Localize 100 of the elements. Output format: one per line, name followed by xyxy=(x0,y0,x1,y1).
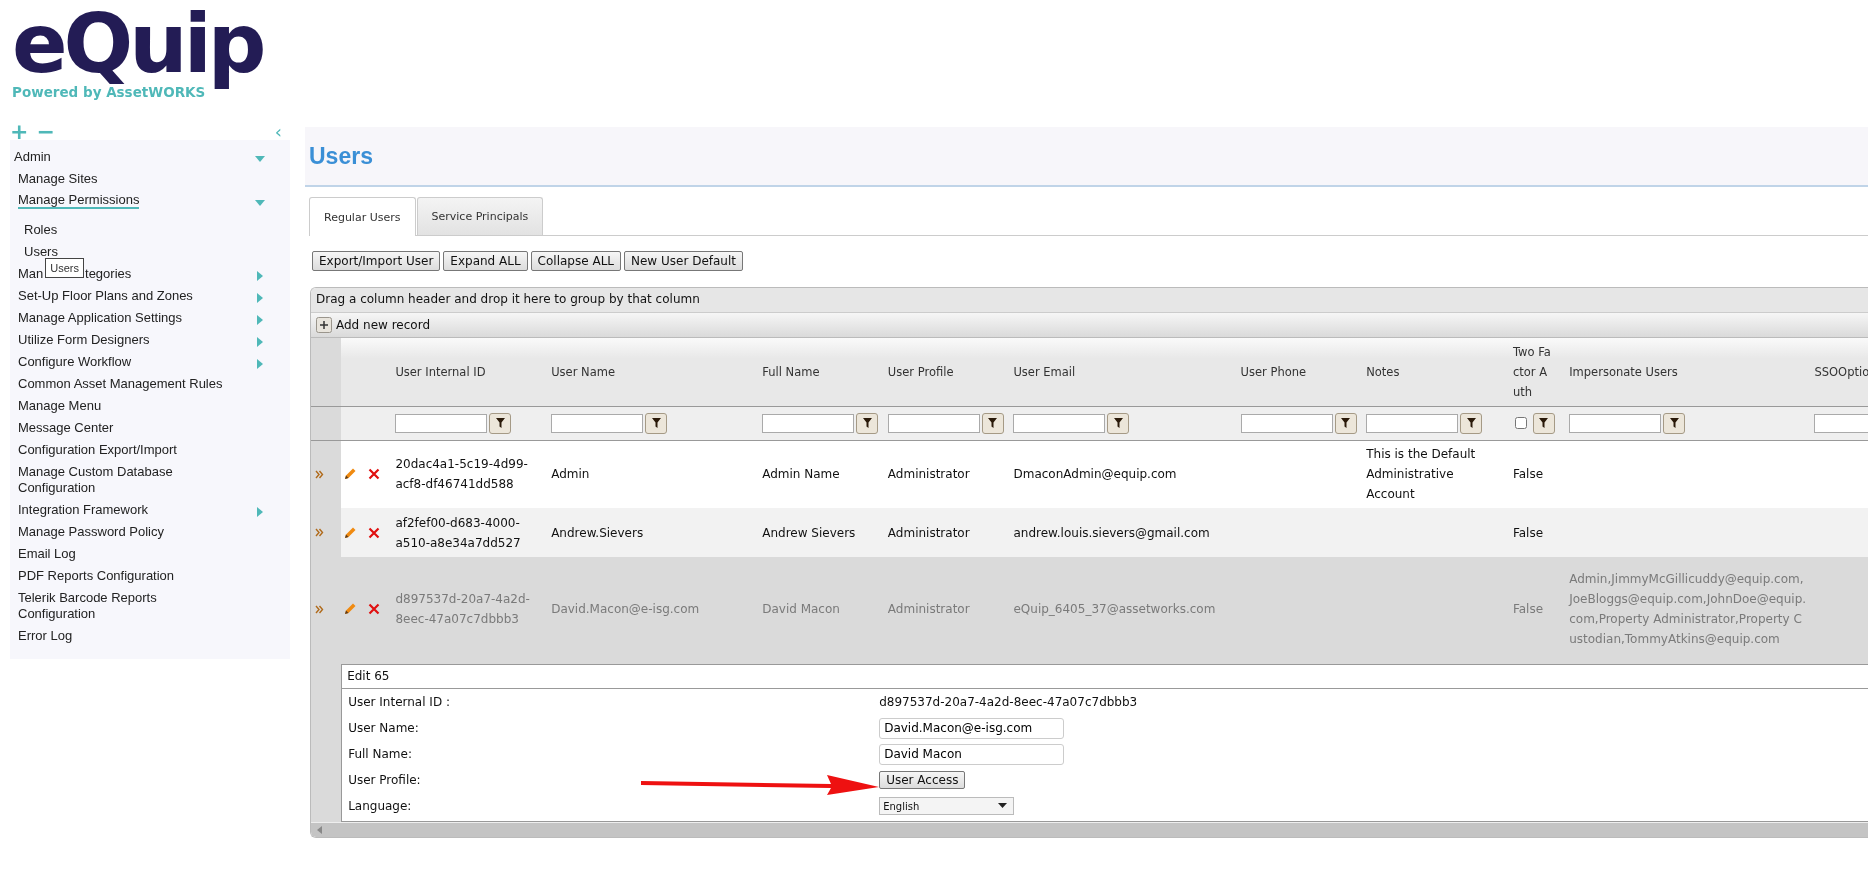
filter-button[interactable] xyxy=(1460,412,1483,434)
field-label: Language: xyxy=(348,799,412,813)
filter-button[interactable] xyxy=(1663,412,1686,434)
field-label: User Profile: xyxy=(348,773,421,787)
field-label: User Internal ID : xyxy=(348,695,450,709)
filter-field[interactable] xyxy=(1013,413,1106,433)
menu-item[interactable]: Telerik Barcode Reports Configuration xyxy=(10,587,290,625)
column-header[interactable]: User Name xyxy=(551,364,615,379)
pencil-icon xyxy=(343,602,358,616)
menu-item[interactable]: Manage Menu xyxy=(10,395,290,417)
toolbar-button[interactable]: Collapse ALL xyxy=(530,251,621,271)
table-cell: d897537d-20a7-4a2d-8eec-47a07c7dbbb3 xyxy=(395,592,530,626)
delete-button[interactable] xyxy=(368,603,381,615)
table-cell: eQuip_6405_37@assetworks.com xyxy=(1013,602,1216,616)
menu-item[interactable]: Configure Workflow xyxy=(10,351,290,373)
filter-field[interactable] xyxy=(887,413,980,433)
column-header[interactable]: User Email xyxy=(1013,364,1076,379)
filter-icon xyxy=(862,418,872,428)
table-cell: False xyxy=(1512,602,1544,616)
expand-row-button[interactable] xyxy=(315,604,324,614)
filter-icon xyxy=(651,418,661,428)
table-cell: DmaconAdmin@equip.com xyxy=(1013,467,1177,482)
menu-item[interactable]: Man xyxy=(18,266,44,282)
menu-item[interactable]: Message Center xyxy=(10,417,290,439)
filter-checkbox[interactable] xyxy=(1514,417,1527,429)
double-chevron-icon xyxy=(315,469,324,479)
column-header[interactable]: Full Name xyxy=(762,364,820,379)
filter-button[interactable] xyxy=(1334,412,1357,434)
table-cell: Andrew Sievers xyxy=(762,525,856,540)
toolbar-button[interactable]: Export/Import User xyxy=(312,251,441,271)
filter-icon xyxy=(1669,418,1679,428)
horizontal-scrollbar[interactable] xyxy=(311,822,1868,837)
input-field[interactable]: David Macon xyxy=(879,743,1065,765)
table-cell: This is the Default Administrative Account xyxy=(1366,447,1476,502)
table-cell-text: Admin,JimmyMcGillicuddy@equip.com,JoeBloggs@equip.com,JohnDoe@equip.com,Property Administrator,Property Custodian,TommyAtkins@equip.com xyxy=(1569,571,1807,648)
menu-item[interactable]: Manage Permissions xyxy=(10,190,290,212)
toolbar-button[interactable]: Expand ALL xyxy=(443,251,528,271)
menu-item[interactable]: Set-Up Floor Plans and Zones xyxy=(10,285,290,307)
menu-item[interactable]: Manage Custom Database Configuration xyxy=(10,461,290,499)
column-header[interactable]: Two Factor Auth xyxy=(1512,341,1553,402)
filter-field[interactable] xyxy=(762,413,855,433)
filter-field[interactable] xyxy=(1240,413,1333,433)
table-cell: 20dac4a1-5c19-4d99-acf8-df46741dd588 xyxy=(395,457,528,492)
tab[interactable]: Service Principals xyxy=(416,197,544,235)
filter-field[interactable] xyxy=(1569,413,1662,433)
column-header[interactable]: User Phone xyxy=(1240,364,1307,379)
menu-item[interactable]: PDF Reports Configuration xyxy=(10,565,290,587)
filter-button[interactable] xyxy=(1107,412,1130,434)
filter-button[interactable] xyxy=(489,412,512,434)
caret-icon xyxy=(998,803,1008,809)
table-cell: False xyxy=(1512,525,1544,540)
tooltip: Users xyxy=(45,258,85,278)
column-header[interactable]: SSOOptio xyxy=(1814,364,1868,379)
toolbar-button[interactable]: New User Default xyxy=(624,251,743,271)
menu-item[interactable]: Manage Sites xyxy=(10,168,290,190)
field-label: User Name: xyxy=(348,721,419,735)
column-header[interactable]: Notes xyxy=(1366,364,1400,379)
filter-field[interactable] xyxy=(395,413,488,433)
filter-button[interactable] xyxy=(856,412,879,434)
logo-wordmark: eQuip xyxy=(12,0,263,88)
table-cell: David Macon xyxy=(762,602,840,616)
filter-button[interactable] xyxy=(981,412,1004,434)
menu-item[interactable]: Common Asset Management Rules xyxy=(10,373,290,395)
filter-field[interactable] xyxy=(551,413,644,433)
table-cell: Andrew.Sievers xyxy=(551,525,644,540)
menu-item[interactable]: Error Log xyxy=(10,625,290,647)
table-cell: Admin xyxy=(551,467,590,482)
user-access-button[interactable]: User Access xyxy=(879,771,966,789)
expand-row-button[interactable] xyxy=(315,528,324,537)
double-chevron-icon xyxy=(315,604,324,614)
menu-item[interactable]: Admin xyxy=(10,146,290,168)
pencil-icon xyxy=(343,467,358,482)
input-field[interactable]: David.Macon@e-isg.com xyxy=(879,717,1065,739)
delete-button[interactable] xyxy=(368,468,381,481)
edit-button[interactable] xyxy=(343,467,358,482)
filter-button[interactable] xyxy=(1532,412,1555,434)
menu-item[interactable]: Email Log xyxy=(10,543,290,565)
edit-button[interactable] xyxy=(343,525,358,540)
delete-button[interactable] xyxy=(368,526,381,539)
filter-field[interactable] xyxy=(1366,413,1459,433)
field-label: Full Name: xyxy=(348,747,412,761)
expand-row-button[interactable] xyxy=(315,469,324,479)
menu-item[interactable]: Configuration Export/Import xyxy=(10,439,290,461)
edit-button[interactable] xyxy=(343,602,358,616)
menu-item[interactable]: Manage Application Settings xyxy=(10,307,290,329)
table-cell: Administrator xyxy=(887,525,970,540)
column-header[interactable]: Impersonate Users xyxy=(1569,364,1678,379)
menu-item[interactable]: Roles xyxy=(10,219,290,241)
filter-button[interactable] xyxy=(645,412,668,434)
menu-item[interactable]: Utilize Form Designers xyxy=(10,329,290,351)
menu-item[interactable]: tegories xyxy=(85,266,132,282)
table-cell: andrew.louis.sievers@gmail.com xyxy=(1013,525,1210,540)
language-dropdown[interactable]: English xyxy=(879,797,1015,815)
tab[interactable]: Regular Users xyxy=(309,197,416,236)
column-header[interactable]: User Internal ID xyxy=(395,364,486,379)
menu-item[interactable]: Integration Framework xyxy=(10,499,290,521)
double-chevron-icon xyxy=(315,528,324,537)
column-header[interactable]: User Profile xyxy=(887,364,954,379)
add-record-button[interactable]: Add new record xyxy=(316,317,430,333)
menu-item[interactable]: Manage Password Policy xyxy=(10,521,290,543)
